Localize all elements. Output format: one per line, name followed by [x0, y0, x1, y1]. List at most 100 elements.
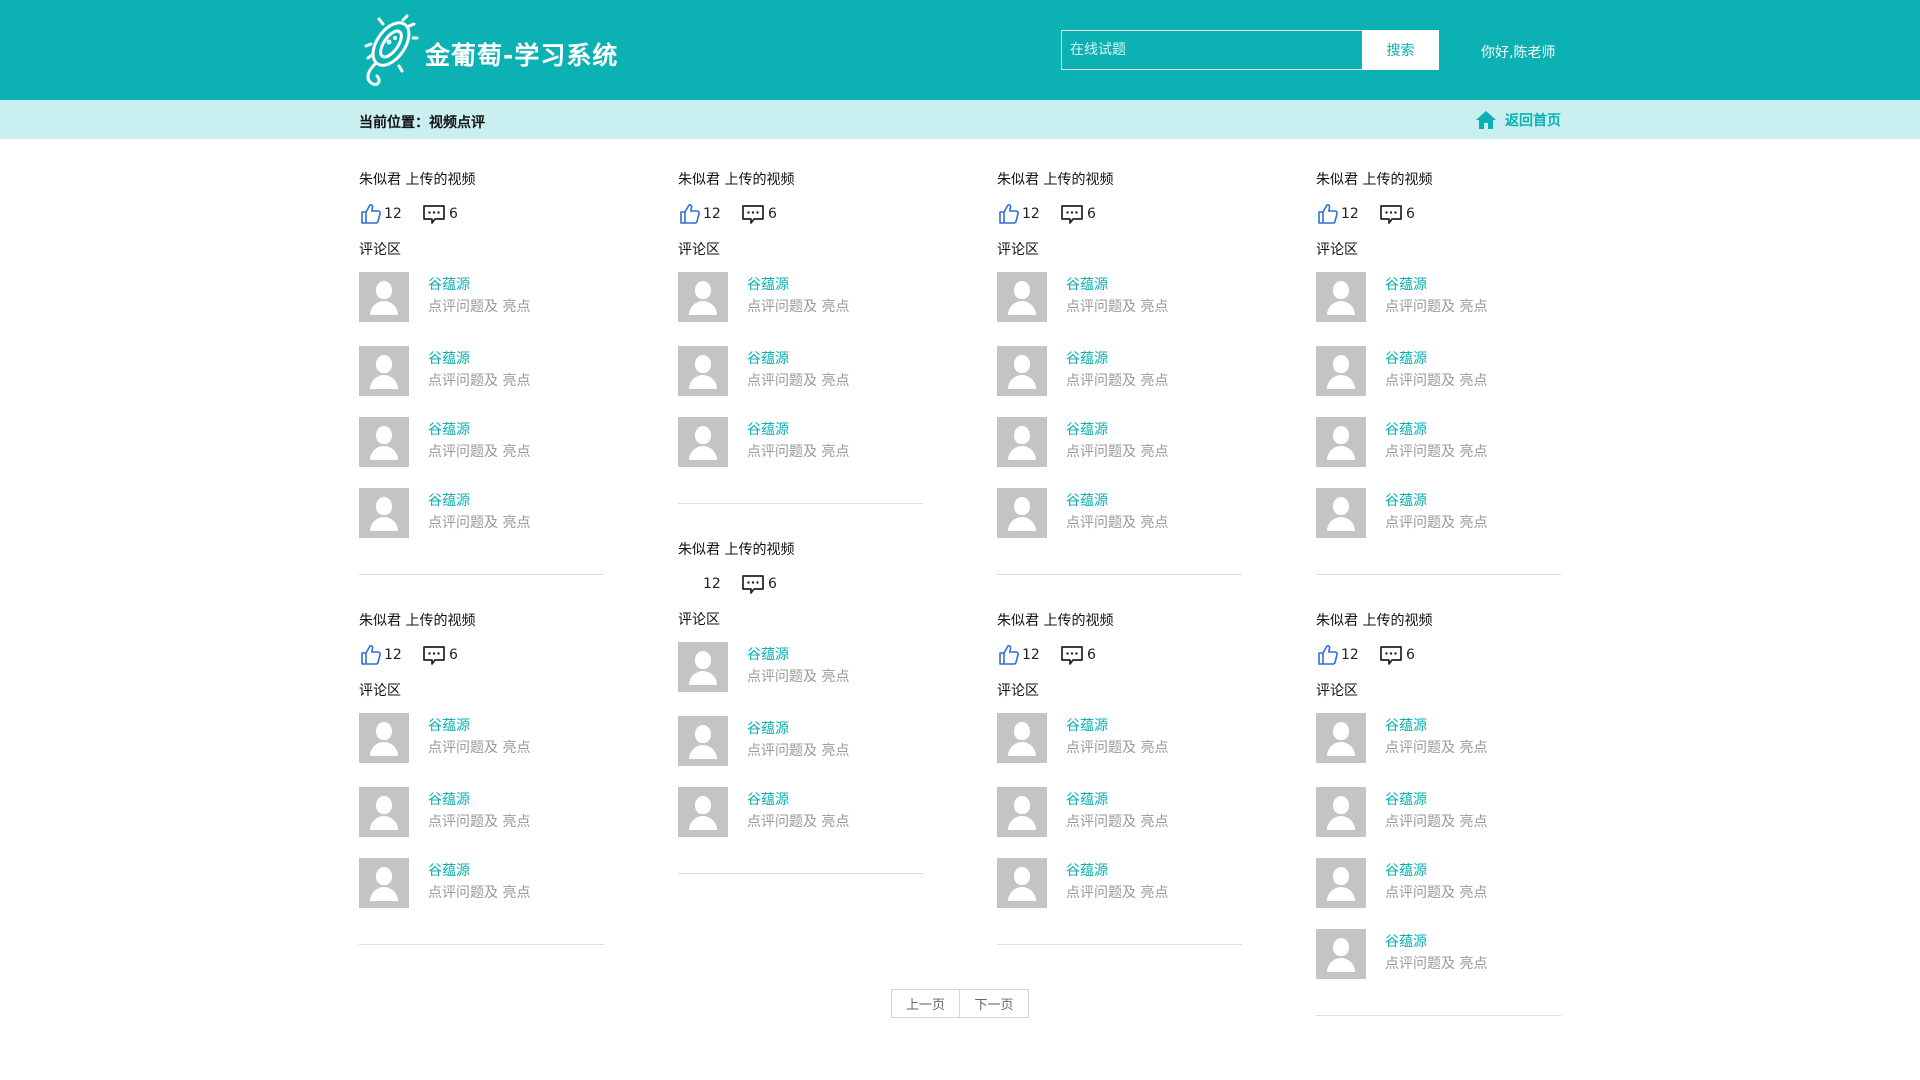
- comment-body: 谷蕴源 点评问题及 亮点: [428, 346, 530, 396]
- commenter-name[interactable]: 谷蕴源: [1385, 862, 1487, 882]
- comment-text: 点评问题及 亮点: [428, 814, 531, 830]
- like-count[interactable]: 12: [997, 643, 1060, 667]
- video-title[interactable]: 朱似君 上传的视频: [1316, 170, 1561, 190]
- commenter-name[interactable]: 谷蕴源: [1066, 276, 1168, 296]
- commenter-name[interactable]: 谷蕴源: [1066, 717, 1168, 737]
- commenter-name[interactable]: 谷蕴源: [747, 421, 849, 441]
- commenter-name[interactable]: 谷蕴源: [747, 276, 849, 296]
- commenter-name[interactable]: 谷蕴源: [1066, 421, 1168, 441]
- comment-text: 点评问题及 亮点: [1385, 299, 1488, 315]
- commenter-name[interactable]: 谷蕴源: [428, 717, 530, 737]
- comment-text: 点评问题及 亮点: [1066, 885, 1169, 901]
- like-count[interactable]: 12: [1316, 643, 1379, 667]
- comment-zone-label: 评论区: [678, 612, 720, 628]
- commenter-name[interactable]: 谷蕴源: [428, 350, 530, 370]
- commenter-name[interactable]: 谷蕴源: [1066, 791, 1168, 811]
- like-count[interactable]: 12: [359, 643, 422, 667]
- avatar-placeholder-icon: [1316, 929, 1366, 979]
- comment-item: 谷蕴源点评问题及 亮点: [997, 272, 1242, 322]
- commenter-name[interactable]: 谷蕴源: [428, 421, 530, 441]
- comment-body: 谷蕴源点评问题及 亮点: [428, 417, 530, 467]
- commenter-name[interactable]: 谷蕴源: [1385, 276, 1487, 296]
- home-icon: [1476, 111, 1496, 129]
- video-title[interactable]: 朱似君 上传的视频: [1316, 611, 1561, 631]
- commenter-name[interactable]: 谷蕴源: [1066, 350, 1168, 370]
- commenter-name[interactable]: 谷蕴源: [1385, 421, 1487, 441]
- video-card: 朱似君 上传的视频 12 6 评论区 谷蕴源 点评问题及 亮点 谷蕴源 点评问题及 亮点 谷蕴源…: [997, 611, 1242, 945]
- comment-count-value: 6: [768, 576, 777, 592]
- comment-item: 谷蕴源 点评问题及 亮点: [359, 272, 604, 322]
- commenter-name[interactable]: 谷蕴源: [747, 720, 849, 740]
- comment-text: 点评问题及 亮点: [747, 814, 850, 830]
- comment-item: 谷蕴源点评问题及 亮点: [359, 417, 604, 467]
- commenter-name[interactable]: 谷蕴源: [1066, 492, 1168, 512]
- like-count[interactable]: 12: [678, 572, 741, 596]
- video-title[interactable]: 朱似君 上传的视频: [359, 611, 604, 631]
- comment-text: 点评问题及 亮点: [747, 373, 850, 389]
- like-count[interactable]: 12: [678, 202, 741, 226]
- comment-zone-label: 评论区: [678, 242, 720, 258]
- like-count-value: 12: [1022, 206, 1040, 222]
- avatar-placeholder-icon: [1316, 417, 1366, 467]
- comment-count[interactable]: 6: [1379, 202, 1415, 226]
- avatar-placeholder-icon: [678, 716, 728, 766]
- comment-count[interactable]: 6: [1060, 202, 1096, 226]
- video-stats: 12 6: [997, 202, 1242, 226]
- comment-item: 谷蕴源 点评问题及 亮点: [1316, 929, 1561, 979]
- comment-body: 谷蕴源 点评问题及 亮点: [747, 642, 849, 692]
- comment-body: 谷蕴源点评问题及 亮点: [747, 346, 849, 396]
- commenter-name[interactable]: 谷蕴源: [747, 646, 849, 666]
- commenter-name[interactable]: 谷蕴源: [1385, 717, 1487, 737]
- thumbs-up-icon: [999, 645, 1019, 665]
- video-title[interactable]: 朱似君 上传的视频: [997, 611, 1242, 631]
- video-title[interactable]: 朱似君 上传的视频: [997, 170, 1242, 190]
- comment-body: 谷蕴源点评问题及 亮点: [747, 787, 849, 837]
- commenter-name[interactable]: 谷蕴源: [428, 862, 530, 882]
- comment-count[interactable]: 6: [1060, 643, 1096, 667]
- comment-body: 谷蕴源 点评问题及 亮点: [1385, 346, 1487, 396]
- like-count-value: 12: [1022, 647, 1040, 663]
- comment-count[interactable]: 6: [741, 202, 777, 226]
- comment-count[interactable]: 6: [422, 643, 458, 667]
- commenter-name[interactable]: 谷蕴源: [428, 276, 530, 296]
- commenter-name[interactable]: 谷蕴源: [1385, 791, 1487, 811]
- commenter-name[interactable]: 谷蕴源: [1066, 862, 1168, 882]
- commenter-name[interactable]: 谷蕴源: [428, 791, 530, 811]
- commenter-name[interactable]: 谷蕴源: [1385, 492, 1487, 512]
- thumbs-up-icon: [361, 204, 381, 224]
- comment-text: 点评问题及 亮点: [428, 444, 531, 460]
- home-link[interactable]: 返回首页: [1475, 110, 1561, 130]
- commenter-name[interactable]: 谷蕴源: [1385, 350, 1487, 370]
- video-title[interactable]: 朱似君 上传的视频: [678, 170, 923, 190]
- search-button[interactable]: 搜索: [1362, 30, 1439, 70]
- like-count[interactable]: 12: [359, 202, 422, 226]
- breadcrumb-inner: 当前位置：视频点评 返回首页: [359, 100, 1561, 139]
- video-title[interactable]: 朱似君 上传的视频: [678, 540, 923, 560]
- thumbs-up-icon: [1318, 204, 1338, 224]
- avatar-placeholder-icon: [359, 488, 409, 538]
- like-count[interactable]: 12: [997, 202, 1060, 226]
- review-column: 朱似君 上传的视频 12 6 评论区 谷蕴源 点评问题及 亮点 谷蕴源 点评问题及 亮点 谷蕴源…: [678, 170, 923, 910]
- comment-icon: [1061, 205, 1083, 224]
- video-title[interactable]: 朱似君 上传的视频: [359, 170, 604, 190]
- comment-count[interactable]: 6: [422, 202, 458, 226]
- commenter-name[interactable]: 谷蕴源: [428, 492, 530, 512]
- comment-body: 谷蕴源 点评问题及 亮点: [1066, 713, 1168, 763]
- next-page-button[interactable]: 下一页: [960, 989, 1029, 1018]
- comment-text: 点评问题及 亮点: [1066, 299, 1169, 315]
- user-greeting[interactable]: 你好,陈老师: [1481, 42, 1555, 62]
- search-input[interactable]: [1061, 30, 1363, 70]
- avatar-placeholder-icon: [678, 346, 728, 396]
- video-card: 朱似君 上传的视频 12 6 评论区 谷蕴源 点评问题及 亮点 谷蕴源 点评问题及 亮点 谷蕴源…: [359, 170, 604, 575]
- comment-item: 谷蕴源 点评问题及 亮点: [1316, 488, 1561, 538]
- like-count[interactable]: 12: [1316, 202, 1379, 226]
- comment-icon: [1380, 205, 1402, 224]
- comment-count[interactable]: 6: [741, 572, 777, 596]
- commenter-name[interactable]: 谷蕴源: [747, 791, 849, 811]
- prev-page-button[interactable]: 上一页: [891, 989, 960, 1018]
- comment-body: 谷蕴源 点评问题及 亮点: [747, 716, 849, 766]
- comment-count[interactable]: 6: [1379, 643, 1415, 667]
- commenter-name[interactable]: 谷蕴源: [1385, 933, 1487, 953]
- commenter-name[interactable]: 谷蕴源: [747, 350, 849, 370]
- comment-item: 谷蕴源 点评问题及 亮点: [1316, 346, 1561, 396]
